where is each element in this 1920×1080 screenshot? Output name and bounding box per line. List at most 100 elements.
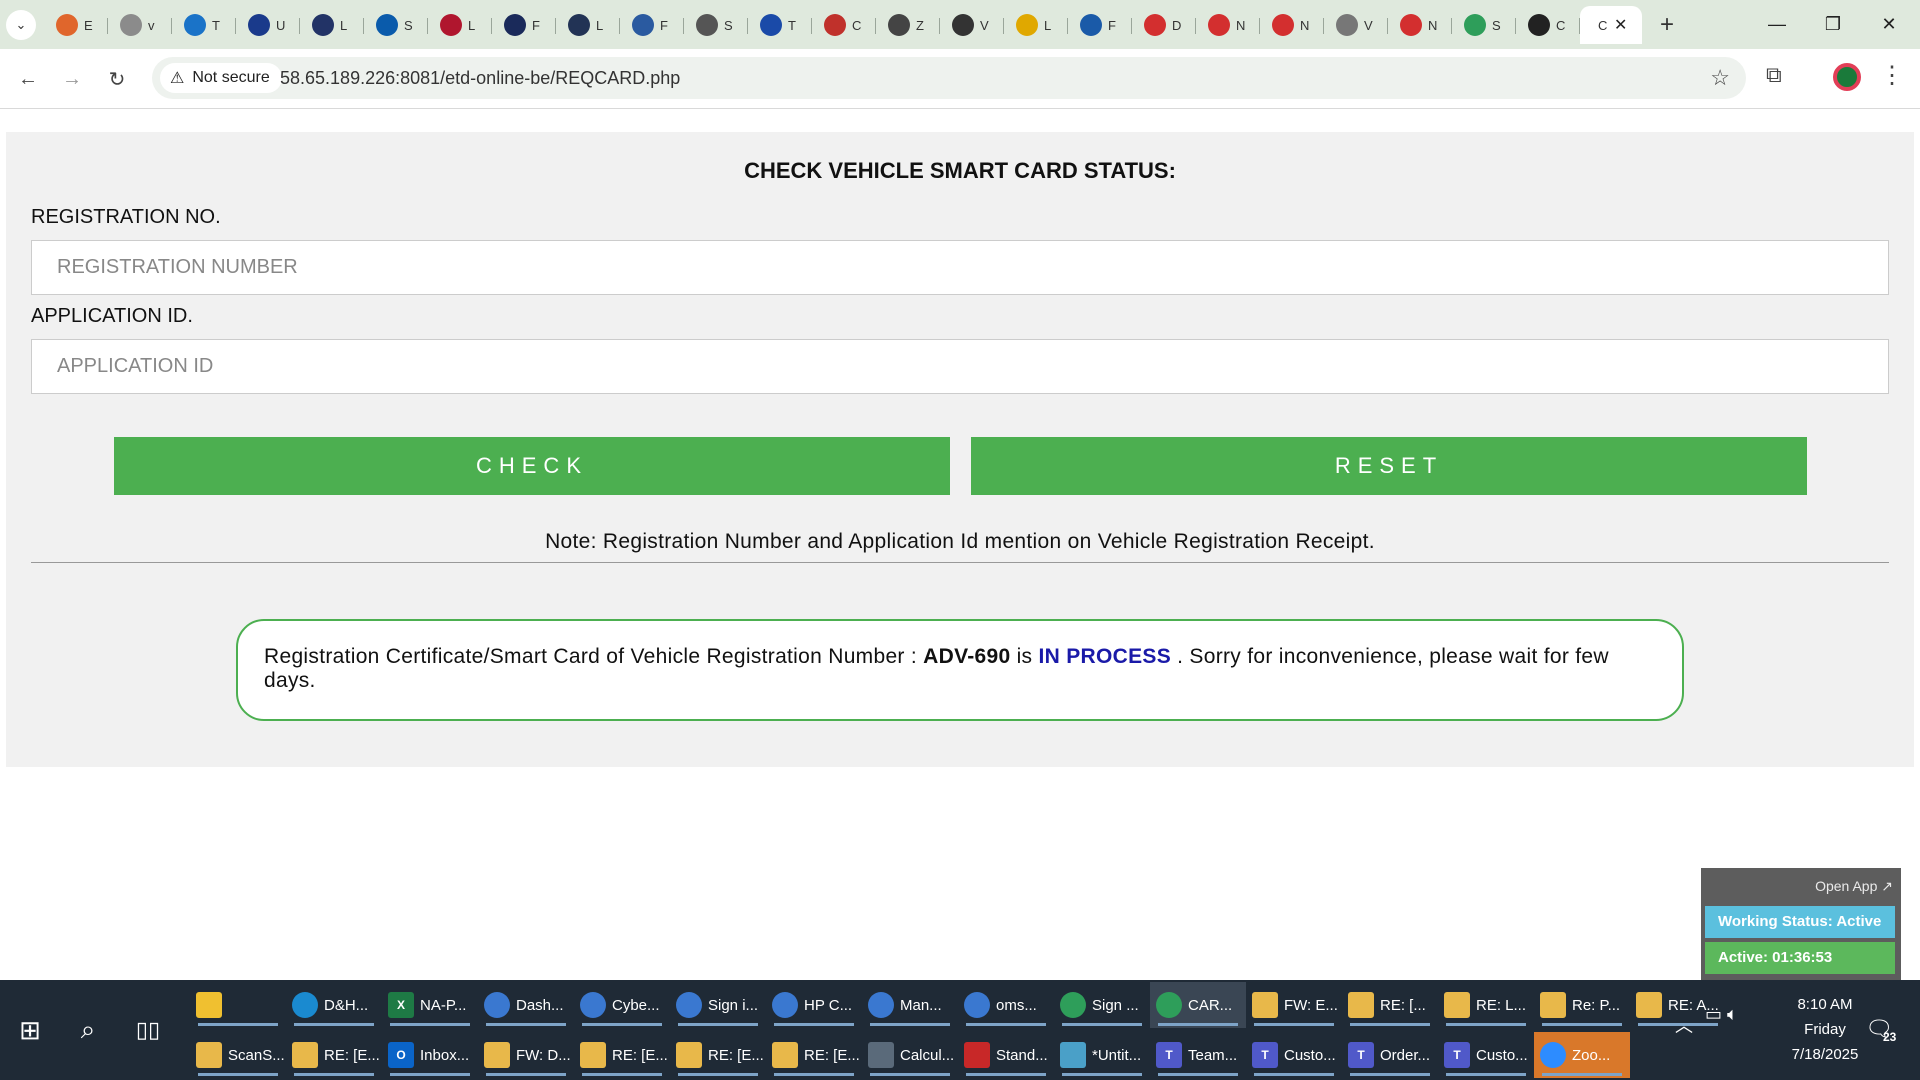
browser-tab[interactable]: E bbox=[44, 6, 108, 44]
check-button[interactable]: CHECK bbox=[114, 437, 950, 495]
browser-tab[interactable]: C bbox=[1516, 6, 1580, 44]
browser-tab[interactable]: v bbox=[108, 6, 172, 44]
browser-tab[interactable]: U bbox=[236, 6, 300, 44]
show-hidden-icons-chevron-icon[interactable]: ︿ bbox=[1675, 1012, 1693, 1038]
browser-tab[interactable]: N bbox=[1388, 6, 1452, 44]
taskbar-item[interactable]: CAR... bbox=[1150, 982, 1246, 1028]
taskbar-item[interactable]: RE: [... bbox=[1342, 982, 1438, 1028]
address-bar[interactable]: ⚠ Not secure 58.65.189.226:8081/etd-onli… bbox=[152, 57, 1746, 99]
application-id-input[interactable] bbox=[31, 339, 1889, 394]
taskbar-item[interactable]: ScanS... bbox=[190, 1032, 286, 1078]
active-timer: Active: 01:36:53 bbox=[1705, 942, 1895, 974]
taskbar-item[interactable]: *Untit... bbox=[1054, 1032, 1150, 1078]
browser-tab[interactable]: V bbox=[940, 6, 1004, 44]
extensions-puzzle-icon[interactable]: ⧉ bbox=[1766, 62, 1782, 88]
active-browser-tab[interactable]: C ✕ bbox=[1580, 6, 1642, 44]
taskbar-item[interactable]: FW: E... bbox=[1246, 982, 1342, 1028]
taskbar-item[interactable]: oms... bbox=[958, 982, 1054, 1028]
new-tab-plus-icon[interactable]: + bbox=[1652, 10, 1682, 40]
taskbar-item[interactable]: RE: [E... bbox=[670, 1032, 766, 1078]
reload-icon[interactable]: ↻ bbox=[101, 63, 133, 95]
tab-title: v bbox=[148, 17, 155, 33]
browser-tab[interactable]: N bbox=[1260, 6, 1324, 44]
taskbar-item[interactable]: T Custo... bbox=[1438, 1032, 1534, 1078]
browser-tab[interactable]: T bbox=[748, 6, 812, 44]
tab-favicon-icon bbox=[952, 14, 974, 36]
tab-favicon-icon bbox=[632, 14, 654, 36]
taskbar-item[interactable]: Sign i... bbox=[670, 982, 766, 1028]
browser-tab[interactable]: N bbox=[1196, 6, 1260, 44]
tray-icons[interactable]: ▭ 🔈︎ bbox=[1705, 1004, 1738, 1025]
tab-title: V bbox=[980, 17, 989, 33]
taskbar-item[interactable]: HP C... bbox=[766, 982, 862, 1028]
url-text[interactable]: 58.65.189.226:8081/etd-online-be/REQCARD… bbox=[280, 68, 680, 89]
task-view-icon[interactable]: ▯▯ bbox=[128, 1010, 168, 1050]
taskbar-item[interactable]: RE: [E... bbox=[766, 1032, 862, 1078]
tab-title: D bbox=[1172, 17, 1182, 33]
divider bbox=[31, 562, 1889, 563]
back-arrow-icon[interactable]: ← bbox=[12, 63, 44, 95]
browser-menu-icon[interactable]: ⋮ bbox=[1880, 61, 1904, 90]
browser-tab[interactable]: F bbox=[1068, 6, 1132, 44]
minimize-icon[interactable]: — bbox=[1752, 8, 1802, 40]
taskbar-item[interactable]: Man... bbox=[862, 982, 958, 1028]
windows-start-icon[interactable]: ⊞ bbox=[10, 1010, 50, 1050]
search-icon[interactable]: ⌕ bbox=[68, 1010, 108, 1050]
close-tab-icon[interactable]: ✕ bbox=[1614, 15, 1627, 35]
registration-label: REGISTRATION NO. bbox=[31, 206, 221, 228]
browser-tab[interactable]: F bbox=[492, 6, 556, 44]
taskbar-item[interactable]: Dash... bbox=[478, 982, 574, 1028]
taskbar-item[interactable]: RE: [E... bbox=[574, 1032, 670, 1078]
browser-tab[interactable]: S bbox=[684, 6, 748, 44]
taskbar-item[interactable]: X NA-P... bbox=[382, 982, 478, 1028]
browser-tab[interactable]: L bbox=[428, 6, 492, 44]
taskbar-item[interactable]: T Custo... bbox=[1246, 1032, 1342, 1078]
taskbar-item[interactable]: Sign ... bbox=[1054, 982, 1150, 1028]
browser-tab[interactable]: Z bbox=[876, 6, 940, 44]
status-widget: Open App ↗ Working Status: Active Active… bbox=[1701, 868, 1901, 982]
reset-button[interactable]: RESET bbox=[971, 437, 1807, 495]
browser-tab[interactable]: S bbox=[364, 6, 428, 44]
browser-tab[interactable]: L bbox=[556, 6, 620, 44]
clock[interactable]: 8:10 AM Friday 7/18/2025 bbox=[1780, 992, 1870, 1067]
taskbar-item[interactable]: T Order... bbox=[1342, 1032, 1438, 1078]
bookmark-star-icon[interactable]: ☆ bbox=[1710, 65, 1730, 91]
taskbar-item[interactable]: D&H... bbox=[286, 982, 382, 1028]
restore-icon[interactable]: ❐ bbox=[1808, 8, 1858, 40]
browser-tab[interactable]: S bbox=[1452, 6, 1516, 44]
teams-icon: T bbox=[1156, 1042, 1182, 1068]
taskbar-item[interactable]: Stand... bbox=[958, 1032, 1054, 1078]
mail-icon bbox=[772, 1042, 798, 1068]
mail-icon bbox=[1252, 992, 1278, 1018]
browser-tab[interactable]: V bbox=[1324, 6, 1388, 44]
taskbar-item[interactable] bbox=[190, 982, 286, 1028]
taskbar-item[interactable]: Calcul... bbox=[862, 1032, 958, 1078]
edge-icon bbox=[292, 992, 318, 1018]
open-app-link[interactable]: Open App ↗ bbox=[1815, 878, 1893, 895]
taskbar-item[interactable]: Cybe... bbox=[574, 982, 670, 1028]
registration-number-input[interactable] bbox=[31, 240, 1889, 295]
taskbar-item-label: Stand... bbox=[996, 1046, 1048, 1064]
browser-tab[interactable]: L bbox=[300, 6, 364, 44]
profile-avatar[interactable] bbox=[1833, 63, 1861, 91]
close-window-icon[interactable]: ✕ bbox=[1864, 8, 1914, 40]
browser-tab[interactable]: F bbox=[620, 6, 684, 44]
browser-tab[interactable]: D bbox=[1132, 6, 1196, 44]
site-info-chip[interactable]: ⚠ Not secure bbox=[160, 63, 282, 93]
browser-tab[interactable]: C bbox=[812, 6, 876, 44]
taskbar-item[interactable]: Re: P... bbox=[1534, 982, 1630, 1028]
taskbar-item[interactable]: T Team... bbox=[1150, 1032, 1246, 1078]
taskbar-item[interactable]: Zoo... bbox=[1534, 1032, 1630, 1078]
forward-arrow-icon[interactable]: → bbox=[56, 63, 88, 95]
browser-tab[interactable]: L bbox=[1004, 6, 1068, 44]
taskbar-item-label: Re: P... bbox=[1572, 996, 1621, 1014]
taskbar-item[interactable]: O Inbox... bbox=[382, 1032, 478, 1078]
browser-tab[interactable]: T bbox=[172, 6, 236, 44]
taskbar-item[interactable]: FW: D... bbox=[478, 1032, 574, 1078]
taskbar-item-label: Sign ... bbox=[1092, 996, 1139, 1014]
taskbar-item[interactable]: RE: [E... bbox=[286, 1032, 382, 1078]
teams-icon: T bbox=[1348, 1042, 1374, 1068]
mail-icon bbox=[196, 1042, 222, 1068]
tab-search-chevron-icon[interactable]: ⌄ bbox=[6, 10, 36, 40]
taskbar-item[interactable]: RE: L... bbox=[1438, 982, 1534, 1028]
